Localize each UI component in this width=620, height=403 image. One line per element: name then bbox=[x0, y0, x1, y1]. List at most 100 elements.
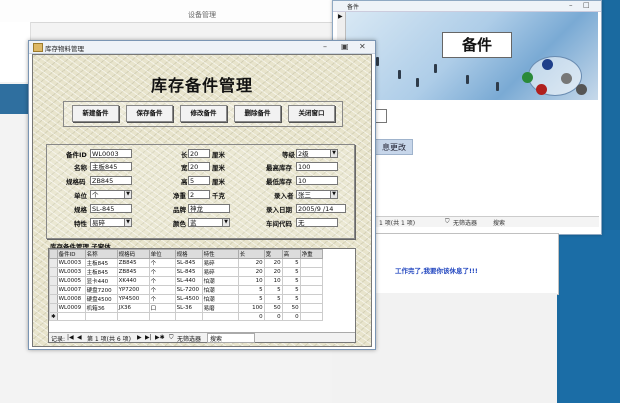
maximize-icon[interactable]: □ bbox=[583, 1, 590, 9]
table-cell[interactable]: SL-36 bbox=[174, 303, 203, 313]
name-field[interactable]: 主板845 bbox=[90, 162, 132, 171]
length-field[interactable]: 20 bbox=[188, 149, 210, 158]
min-stock-field[interactable]: 10 bbox=[296, 176, 338, 185]
table-cell[interactable]: WL0008 bbox=[56, 294, 86, 304]
table-cell[interactable]: SL-440 bbox=[174, 276, 203, 286]
row-selector[interactable] bbox=[49, 276, 58, 286]
table-cell[interactable]: 50 bbox=[263, 303, 283, 313]
table-cell[interactable]: 0 bbox=[281, 312, 301, 321]
row-selector[interactable] bbox=[49, 303, 58, 313]
spec-field[interactable]: SL-845 bbox=[90, 204, 132, 213]
table-cell[interactable]: 5 bbox=[237, 285, 265, 295]
table-cell[interactable]: 怕潮 bbox=[201, 276, 239, 286]
table-cell[interactable]: WL0007 bbox=[56, 285, 86, 295]
table-cell[interactable]: 个 bbox=[148, 294, 176, 304]
table-cell[interactable]: XK440 bbox=[116, 276, 150, 286]
column-header[interactable]: 单位 bbox=[148, 249, 176, 259]
filter-icon[interactable]: ⛉ bbox=[169, 334, 174, 342]
spare-window-titlebar[interactable]: 备件 – □ bbox=[333, 1, 601, 12]
chevron-down-icon[interactable]: ▼ bbox=[330, 149, 338, 158]
table-cell[interactable]: 5 bbox=[281, 258, 301, 268]
table-cell[interactable] bbox=[299, 294, 323, 304]
table-cell[interactable]: 20 bbox=[263, 267, 283, 277]
table-cell[interactable]: 个 bbox=[148, 258, 176, 268]
width-field[interactable]: 20 bbox=[188, 162, 210, 171]
minimize-icon[interactable]: – bbox=[323, 42, 327, 51]
table-cell[interactable]: 100 bbox=[237, 303, 265, 313]
height-field[interactable]: 5 bbox=[188, 176, 210, 185]
table-row[interactable]: ✱ 0 0 0 bbox=[49, 312, 323, 321]
table-cell[interactable]: SL-845 bbox=[174, 267, 203, 277]
table-cell[interactable]: 5 bbox=[263, 294, 283, 304]
table-cell[interactable]: 20 bbox=[237, 258, 265, 268]
table-cell[interactable]: 20 bbox=[263, 258, 283, 268]
table-cell[interactable]: 5 bbox=[281, 276, 301, 286]
model-code-field[interactable]: ZB845 bbox=[90, 176, 132, 185]
table-row[interactable]: WL0003 主板845 ZB845 个 SL-845 易碎 20 20 5 bbox=[49, 258, 323, 268]
table-cell[interactable]: 个 bbox=[148, 285, 176, 295]
table-row[interactable]: WL0005 显卡440 XK440 个 SL-440 怕潮 10 10 5 bbox=[49, 276, 323, 286]
table-cell[interactable]: 5 bbox=[263, 285, 283, 295]
last-record-icon[interactable]: ▶| bbox=[145, 334, 152, 341]
table-row[interactable]: WL0003 主板845 ZB845 个 SL-845 易碎 20 20 5 bbox=[49, 267, 323, 277]
table-cell[interactable]: ZB845 bbox=[116, 258, 150, 268]
table-cell[interactable]: 易碎 bbox=[201, 267, 239, 277]
table-cell[interactable] bbox=[56, 312, 86, 321]
table-cell[interactable]: 50 bbox=[281, 303, 301, 313]
inventory-window-titlebar[interactable]: 库存物料管理 – ▣ ✕ bbox=[29, 41, 375, 54]
prev-record-icon[interactable]: ◀ bbox=[77, 334, 82, 341]
table-cell[interactable]: 主板845 bbox=[84, 267, 118, 277]
row-selector[interactable] bbox=[49, 267, 58, 277]
table-cell[interactable]: WL0005 bbox=[56, 276, 86, 286]
no-filter-label[interactable]: 无筛选器 bbox=[453, 218, 477, 227]
column-header[interactable]: 高 bbox=[281, 249, 301, 259]
table-row[interactable]: WL0008 硬盘4500 YP4500 个 SL-4500 怕潮 5 5 5 bbox=[49, 294, 323, 304]
row-selector[interactable] bbox=[49, 258, 58, 268]
table-cell[interactable]: ZB845 bbox=[116, 267, 150, 277]
table-cell[interactable] bbox=[201, 312, 239, 321]
table-cell[interactable] bbox=[174, 312, 203, 321]
table-cell[interactable]: 个 bbox=[148, 267, 176, 277]
first-record-icon[interactable]: |◀ bbox=[67, 334, 74, 341]
entry-date-field[interactable]: 2005/9 /14 bbox=[296, 204, 346, 213]
table-cell[interactable] bbox=[299, 303, 323, 313]
column-header[interactable]: 特性 bbox=[201, 249, 239, 259]
table-cell[interactable] bbox=[299, 312, 323, 321]
table-cell[interactable]: 5 bbox=[281, 294, 301, 304]
table-cell[interactable]: 怕潮 bbox=[201, 285, 239, 295]
table-row[interactable]: WL0009 机箱36 JX36 口 SL-36 易磨 100 50 50 bbox=[49, 303, 323, 313]
column-header[interactable]: 长 bbox=[237, 249, 265, 259]
table-cell[interactable] bbox=[299, 258, 323, 268]
parts-datasheet[interactable]: 备件ID 名称 规格码 单位 规格 特性长宽高净重 WL0003 主板845 ZB845 个 SL… bbox=[48, 248, 356, 343]
chevron-down-icon[interactable]: ▼ bbox=[124, 218, 132, 227]
table-cell[interactable]: SL-845 bbox=[174, 258, 203, 268]
column-header[interactable]: 净重 bbox=[299, 249, 323, 259]
table-cell[interactable]: 个 bbox=[148, 276, 176, 286]
table-cell[interactable]: 易碎 bbox=[201, 258, 239, 268]
max-stock-field[interactable]: 100 bbox=[296, 162, 338, 171]
no-filter-label[interactable]: 无筛选器 bbox=[177, 334, 201, 343]
table-cell[interactable]: JX36 bbox=[116, 303, 150, 313]
close-window-button[interactable]: 关闭窗口 bbox=[288, 105, 335, 122]
brand-field[interactable]: 神龙 bbox=[188, 204, 230, 213]
part-id-field[interactable]: WL0003 bbox=[90, 149, 132, 158]
record-navigator[interactable]: 记录: |◀ ◀ 第 1 项(共 6 项) ▶ ▶| ▶✱ ⛉ 无筛选器 搜索 bbox=[49, 332, 355, 343]
table-cell[interactable]: 硬盘4500 bbox=[84, 294, 118, 304]
new-record-icon[interactable]: ▶✱ bbox=[155, 334, 165, 341]
table-cell[interactable] bbox=[299, 285, 323, 295]
table-cell[interactable]: 10 bbox=[237, 276, 265, 286]
maximize-icon[interactable]: ▣ bbox=[341, 42, 349, 51]
net-weight-field[interactable]: 2 bbox=[188, 190, 210, 199]
table-cell[interactable]: 口 bbox=[148, 303, 176, 313]
table-cell[interactable]: YP4500 bbox=[116, 294, 150, 304]
table-cell[interactable]: 怕潮 bbox=[201, 294, 239, 304]
column-header[interactable]: 规格 bbox=[174, 249, 203, 259]
table-cell[interactable] bbox=[299, 276, 323, 286]
chevron-down-icon[interactable]: ▼ bbox=[124, 190, 132, 199]
row-selector[interactable] bbox=[49, 294, 58, 304]
table-cell[interactable] bbox=[299, 267, 323, 277]
search-field[interactable]: 搜索 bbox=[493, 218, 505, 227]
column-header[interactable]: 规格码 bbox=[116, 249, 150, 259]
close-icon[interactable]: ✕ bbox=[359, 42, 366, 51]
table-cell[interactable]: WL0009 bbox=[56, 303, 86, 313]
